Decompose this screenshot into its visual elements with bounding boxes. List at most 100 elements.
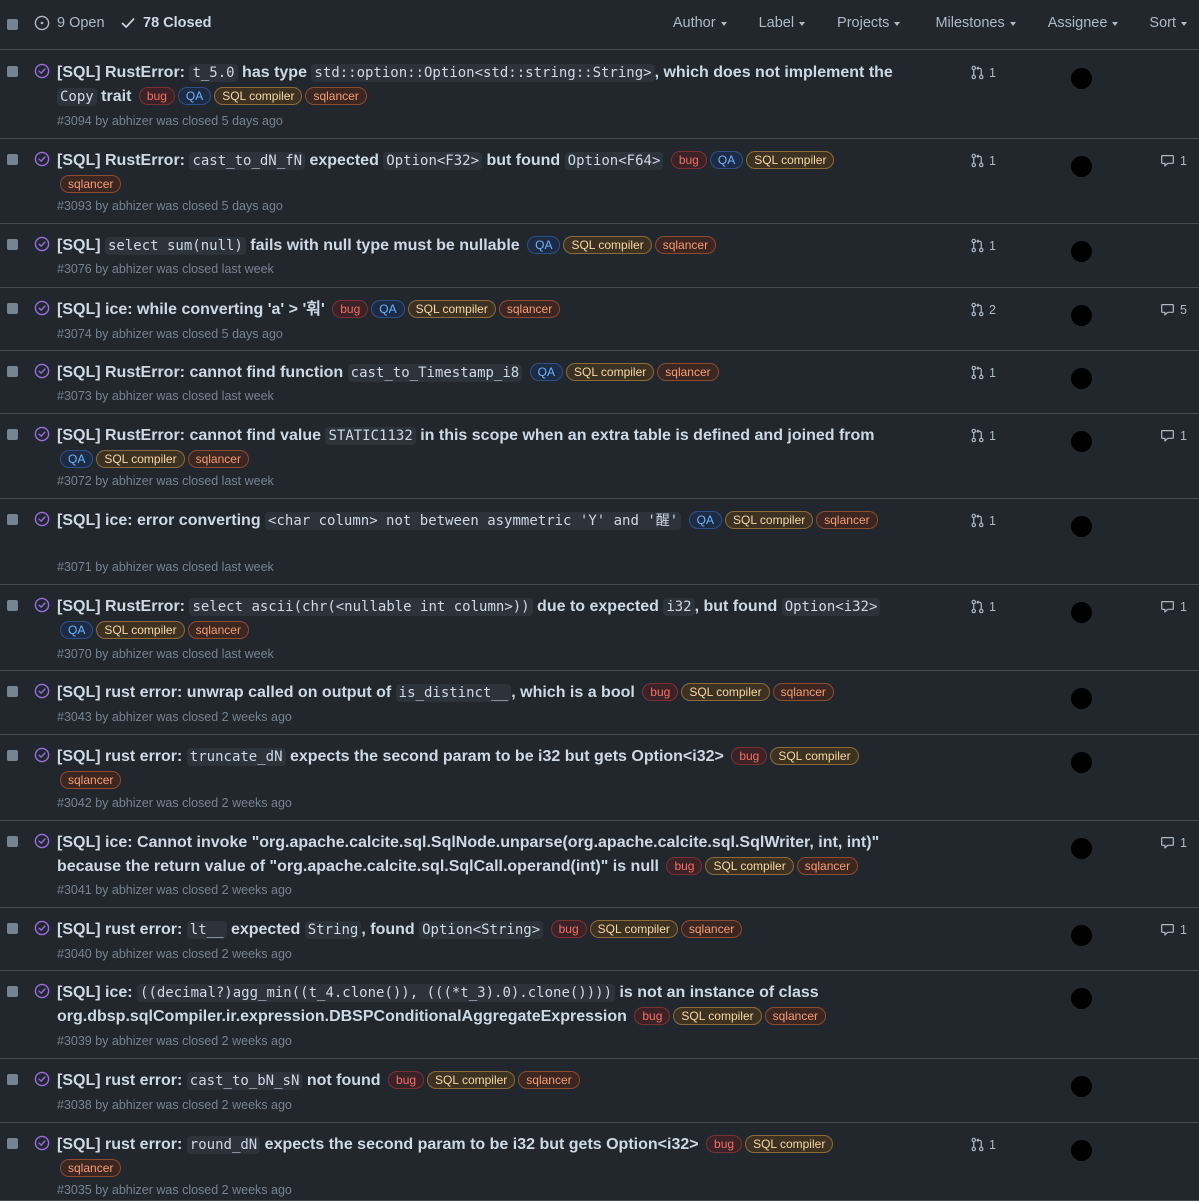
issue-checkbox[interactable] [7,1138,18,1149]
label-sqlancer[interactable]: sqlancer [657,363,719,381]
issue-checkbox[interactable] [7,366,18,377]
assignee-avatar[interactable] [1071,988,1092,1009]
issue-title[interactable]: [SQL] rust error: unwrap called on outpu… [57,681,897,705]
assignee-avatar[interactable] [1071,68,1092,89]
label-bug[interactable]: bug [706,1135,743,1153]
issue-checkbox[interactable] [7,239,18,250]
label-sqlancer[interactable]: sqlancer [60,175,122,193]
issue-checkbox[interactable] [7,686,18,697]
assignee-avatar[interactable] [1071,305,1092,326]
issue-row[interactable]: [SQL] RustError: cannot find function ca… [0,351,1199,414]
label-sql-compiler[interactable]: SQL compiler [563,236,652,254]
assignee-filter[interactable]: Assignee [1048,15,1119,31]
label-bug[interactable]: bug [550,920,587,938]
issue-row[interactable]: [SQL] ice: Cannot invoke "org.apache.cal… [0,821,1199,908]
label-sqlancer[interactable]: sqlancer [764,1007,826,1025]
label-qa[interactable]: QA [709,151,744,169]
linked-pr-count[interactable]: 1 [970,365,996,380]
assignee-avatar[interactable] [1071,602,1092,623]
label-sql-compiler[interactable]: SQL compiler [746,151,835,169]
comment-count[interactable]: 5 [1160,302,1187,317]
comment-count[interactable]: 1 [1160,153,1187,168]
milestones-filter[interactable]: Milestones [935,15,1016,31]
issue-row[interactable]: [SQL] rust error: round_dN expects the s… [0,1123,1199,1201]
label-bug[interactable]: bug [138,87,175,105]
label-sql-compiler[interactable]: SQL compiler [96,621,185,639]
assignee-avatar[interactable] [1071,516,1092,537]
label-qa[interactable]: QA [60,621,94,639]
issue-row[interactable]: [SQL] rust error: unwrap called on outpu… [0,671,1199,735]
issue-title[interactable]: [SQL] ice: ((decimal?)agg_min((t_4.clone… [57,981,897,1029]
issue-title[interactable]: [SQL] RustError: select ascii(chr(<nulla… [57,595,897,643]
issue-title[interactable]: [SQL] RustError: cannot find function ca… [57,361,897,385]
label-sql-compiler[interactable]: SQL compiler [566,363,655,381]
assignee-avatar[interactable] [1071,368,1092,389]
label-sql-compiler[interactable]: SQL compiler [96,450,185,468]
label-bug[interactable]: bug [332,300,369,318]
label-sqlancer[interactable]: sqlancer [498,300,561,318]
issue-row[interactable]: [SQL] select sum(null) fails with null t… [0,224,1199,288]
assignee-avatar[interactable] [1071,1140,1092,1161]
issue-checkbox[interactable] [7,429,18,440]
open-issues-tab[interactable]: 9 Open [34,15,105,31]
label-sql-compiler[interactable]: SQL compiler [681,683,770,701]
label-sql-compiler[interactable]: SQL compiler [673,1007,762,1025]
assignee-avatar[interactable] [1071,838,1092,859]
author-filter[interactable]: Author [673,15,727,31]
label-bug[interactable]: bug [731,747,768,765]
label-sql-compiler[interactable]: SQL compiler [589,920,678,938]
label-sqlancer[interactable]: sqlancer [305,87,367,105]
issue-title[interactable]: [SQL] RustError: cast_to_dN_fN expected … [57,149,897,197]
issue-row[interactable]: [SQL] ice: ((decimal?)agg_min((t_4.clone… [0,971,1199,1059]
label-bug[interactable]: bug [634,1007,671,1025]
label-bug[interactable]: bug [388,1071,425,1089]
issue-row[interactable]: [SQL] RustError: t_5.0 has type std::opt… [0,51,1199,139]
linked-pr-count[interactable]: 2 [970,302,996,317]
assignee-avatar[interactable] [1071,241,1092,262]
issue-title[interactable]: [SQL] rust error: truncate_dN expects th… [57,745,897,793]
issue-row[interactable]: [SQL] rust error: cast_to_bN_sN not foun… [0,1059,1199,1123]
select-all-checkbox[interactable] [7,19,18,30]
assignee-avatar[interactable] [1071,156,1092,177]
issue-row[interactable]: [SQL] rust error: truncate_dN expects th… [0,735,1199,821]
closed-issues-tab[interactable]: 78 Closed [120,15,212,31]
label-sqlancer[interactable]: sqlancer [187,450,249,468]
issue-checkbox[interactable] [7,836,18,847]
issue-title[interactable]: [SQL] select sum(null) fails with null t… [57,234,897,258]
label-qa[interactable]: QA [529,363,564,381]
label-bug[interactable]: bug [670,151,707,169]
issue-title[interactable]: [SQL] ice: error converting <char column… [57,509,897,533]
projects-filter[interactable]: Projects [837,15,901,31]
issue-row[interactable]: [SQL] ice: while converting 'a' > '훠' bu… [0,288,1199,351]
label-qa[interactable]: QA [688,511,722,529]
issue-checkbox[interactable] [7,514,18,525]
issue-row[interactable]: [SQL] RustError: cannot find value STATI… [0,414,1199,499]
label-bug[interactable]: bug [666,857,703,875]
comment-count[interactable]: 1 [1160,835,1187,850]
label-sql-compiler[interactable]: SQL compiler [725,511,814,529]
label-sqlancer[interactable]: sqlancer [680,920,743,938]
issue-checkbox[interactable] [7,154,18,165]
assignee-avatar[interactable] [1071,1076,1092,1097]
label-filter[interactable]: Label [759,15,806,31]
label-qa[interactable]: QA [177,87,212,105]
label-bug[interactable]: bug [642,683,679,701]
linked-pr-count[interactable]: 1 [970,238,996,253]
comment-count[interactable]: 1 [1160,922,1187,937]
assignee-avatar[interactable] [1071,431,1092,452]
issue-title[interactable]: [SQL] rust error: lt__ expected String, … [57,918,897,942]
issue-checkbox[interactable] [7,66,18,77]
issue-title[interactable]: [SQL] RustError: cannot find value STATI… [57,424,897,472]
label-sql-compiler[interactable]: SQL compiler [770,747,859,765]
linked-pr-count[interactable]: 1 [970,65,996,80]
issue-row[interactable]: [SQL] rust error: lt__ expected String, … [0,908,1199,971]
assignee-avatar[interactable] [1071,925,1092,946]
label-sqlancer[interactable]: sqlancer [772,683,834,701]
label-qa[interactable]: QA [60,450,94,468]
assignee-avatar[interactable] [1071,688,1092,709]
linked-pr-count[interactable]: 1 [970,153,996,168]
issue-row[interactable]: [SQL] RustError: select ascii(chr(<nulla… [0,585,1199,671]
label-sqlancer[interactable]: sqlancer [816,511,878,529]
issue-checkbox[interactable] [7,750,18,761]
linked-pr-count[interactable]: 1 [970,513,996,528]
